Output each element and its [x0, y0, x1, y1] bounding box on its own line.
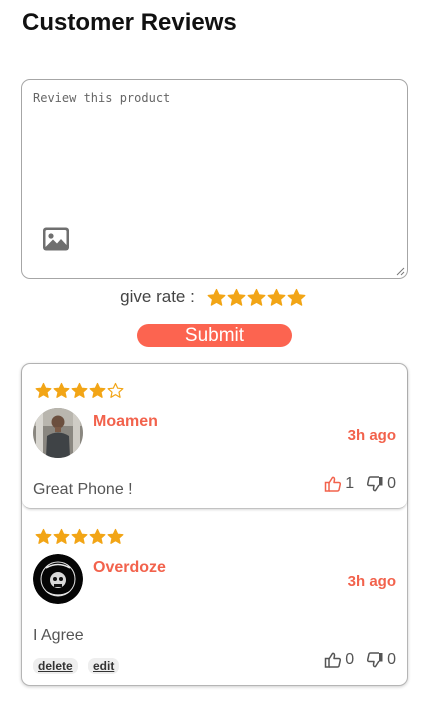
star-filled-icon: [71, 382, 88, 398]
thumbs-down-icon: [367, 476, 383, 492]
review-input[interactable]: [22, 80, 407, 278]
review-time: 3h ago: [347, 427, 396, 444]
review-time: 3h ago: [347, 573, 396, 590]
reviews-list: Moamen 3h ago Great Phone ! 1 0 Overdoze…: [21, 363, 408, 686]
star-filled-icon[interactable]: [247, 288, 266, 307]
submit-button[interactable]: Submit: [137, 324, 292, 347]
review-compose-box: [21, 79, 408, 279]
thumbs-up-icon: [324, 652, 342, 668]
review-rating-stars: [35, 382, 125, 399]
reviews-page: Customer Reviews give rate : Submit: [0, 0, 427, 711]
edit-button[interactable]: edit: [88, 658, 120, 674]
dislike-button[interactable]: 0: [366, 475, 396, 493]
page-title: Customer Reviews: [22, 9, 237, 36]
delete-button[interactable]: delete: [33, 658, 78, 674]
star-filled-icon: [35, 382, 52, 398]
rate-row: give rate :: [0, 285, 427, 309]
rating-stars-input[interactable]: [207, 288, 307, 307]
review-card: Overdoze 3h ago I Agree delete edit 0 0: [22, 510, 407, 685]
review-card: Moamen 3h ago Great Phone ! 1 0: [22, 364, 407, 509]
review-votes: 0 0: [312, 651, 396, 669]
like-count: 1: [345, 475, 355, 492]
star-filled-icon: [53, 528, 70, 544]
rate-label: give rate :: [120, 287, 195, 306]
review-rating-stars: [35, 528, 125, 545]
star-filled-icon: [107, 528, 124, 544]
star-filled-icon: [53, 382, 70, 398]
like-button[interactable]: 1: [324, 475, 354, 493]
star-filled-icon[interactable]: [227, 288, 246, 307]
review-comment: Great Phone !: [33, 481, 133, 498]
thumbs-down-icon: [367, 652, 383, 668]
star-empty-icon: [107, 382, 124, 398]
resize-grip-icon[interactable]: [396, 267, 405, 276]
review-comment: I Agree: [33, 627, 84, 644]
star-filled-icon: [89, 382, 106, 398]
thumbs-up-icon: [324, 476, 342, 492]
avatar: [33, 554, 83, 604]
star-filled-icon: [89, 528, 106, 544]
star-filled-icon[interactable]: [207, 288, 226, 307]
star-filled-icon: [35, 528, 52, 544]
review-votes: 1 0: [312, 475, 396, 493]
avatar: [33, 408, 83, 458]
dislike-count: 0: [387, 475, 396, 492]
dislike-count: 0: [387, 651, 396, 668]
review-username[interactable]: Moamen: [93, 413, 158, 431]
image-icon[interactable]: [41, 226, 71, 252]
star-filled-icon[interactable]: [267, 288, 286, 307]
star-filled-icon: [71, 528, 88, 544]
dislike-button[interactable]: 0: [366, 651, 396, 669]
star-filled-icon[interactable]: [287, 288, 306, 307]
like-count: 0: [345, 651, 355, 668]
review-username[interactable]: Overdoze: [93, 559, 166, 577]
like-button[interactable]: 0: [324, 651, 354, 669]
